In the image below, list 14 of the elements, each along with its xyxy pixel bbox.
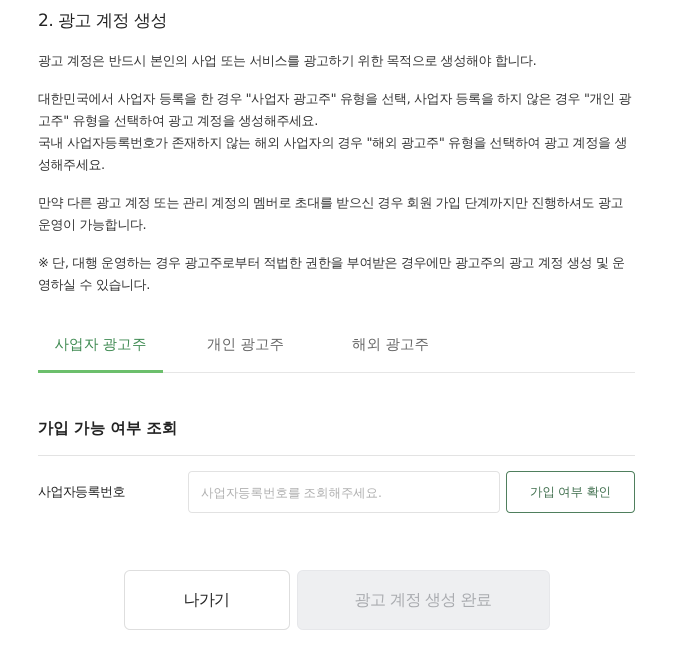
field-label: 사업자등록번호: [38, 484, 126, 501]
advertiser-type-tab[interactable]: 사업자 광고주: [38, 325, 163, 373]
registration-number-field[interactable]: 사업자등록번호를 조회해주세요.: [188, 471, 500, 513]
paragraph-text: ※ 단, 대행 운영하는 경우 광고주로부터 적법한 권한을 부여받은 경우에만 광고주의 광고 계정 생성 및 운영하실 수 있습니다.: [38, 255, 626, 295]
advertiser-type-tab[interactable]: 해외 광고주: [328, 325, 453, 373]
exit-button[interactable]: 나가기: [124, 570, 290, 630]
section-heading: 2. 광고 계정 생성: [38, 10, 168, 33]
paragraph-text: 국내 사업자등록번호가 존재하지 않는 해외 사업자의 경우 "해외 광고주" 유형을 선택하여 광고 계정을 생성해주세요.: [38, 135, 628, 175]
paragraph-text: 만약 다른 광고 계정 또는 관리 계정의 멤버로 초대를 받으신 경우 회원 가입 단계까지만 진행하셔도 광고 운영이 가능합니다.: [38, 195, 624, 235]
paragraph-text: 광고 계정은 반드시 본인의 사업 또는 서비스를 광고하기 위한 목적으로 생성해야 합니다.: [38, 53, 538, 71]
paragraph-text: 대한민국에서 사업자 등록을 한 경우 "사업자 광고주" 유형을 선택, 사업자 등록을 하지 않은 경우 "개인 광고주" 유형을 선택하여 광고 계정을 생성해주세요.: [38, 91, 632, 131]
check-eligibility-button[interactable]: 가입 여부 확인: [506, 471, 635, 513]
advertiser-type-tab[interactable]: 개인 광고주: [183, 325, 308, 373]
lookup-title: 가입 가능 여부 조회: [38, 416, 635, 456]
